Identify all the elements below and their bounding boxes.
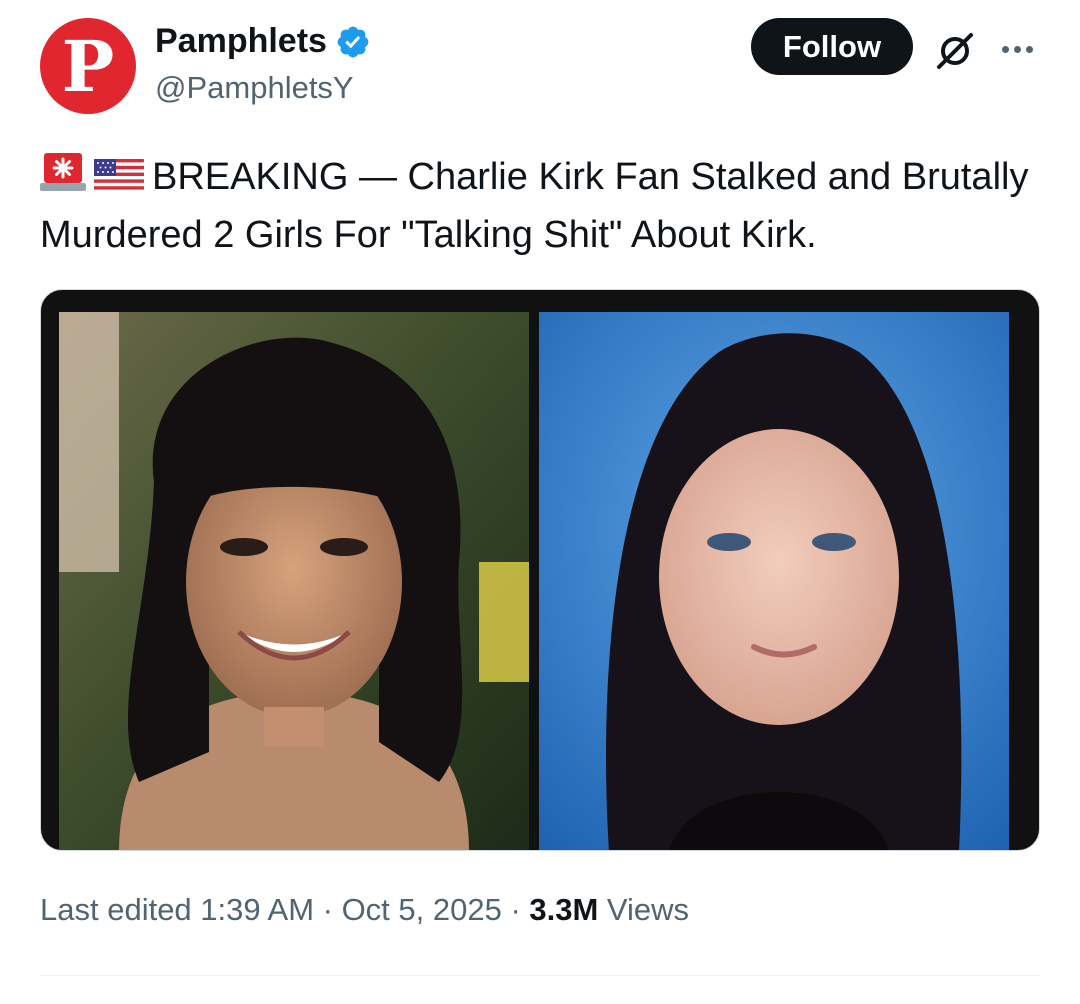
photo-girl-dark-bangs-smiling <box>59 312 529 850</box>
author-display-name[interactable]: Pamphlets <box>155 22 327 61</box>
views-label: Views <box>598 892 690 927</box>
photo-right[interactable] <box>539 312 1009 850</box>
avatar-letter: P <box>61 25 115 108</box>
more-options-icon[interactable] <box>996 28 1038 70</box>
edited-timestamp[interactable]: Last edited 1:39 AM · Oct 5, 2025 · <box>40 892 529 927</box>
grok-icon[interactable] <box>930 26 980 76</box>
author-avatar[interactable]: P <box>40 18 136 114</box>
rotating-light-emoji <box>40 153 86 191</box>
dot <box>1013 45 1021 53</box>
media-container[interactable] <box>40 289 1040 851</box>
author-handle[interactable]: @PamphletsY <box>155 70 354 106</box>
post-card: P Pamphlets @PamphletsY Follow BREAKING … <box>0 0 1080 1004</box>
divider <box>40 975 1040 976</box>
post-meta: Last edited 1:39 AM · Oct 5, 2025 · 3.3M… <box>40 892 689 928</box>
photo-left[interactable] <box>59 312 529 850</box>
us-flag-emoji <box>94 159 144 193</box>
follow-button[interactable]: Follow <box>751 18 913 75</box>
author-name-row[interactable]: Pamphlets <box>155 22 371 61</box>
dot <box>1025 45 1033 53</box>
post-text: BREAKING — Charlie Kirk Fan Stalked and … <box>40 148 1050 264</box>
views-count: 3.3M <box>529 892 599 927</box>
post-body-text: BREAKING — Charlie Kirk Fan Stalked and … <box>40 156 1029 256</box>
dot <box>1001 45 1009 53</box>
verified-badge-icon <box>337 26 369 57</box>
photo-girl-school-portrait-blue-background <box>539 312 1009 850</box>
